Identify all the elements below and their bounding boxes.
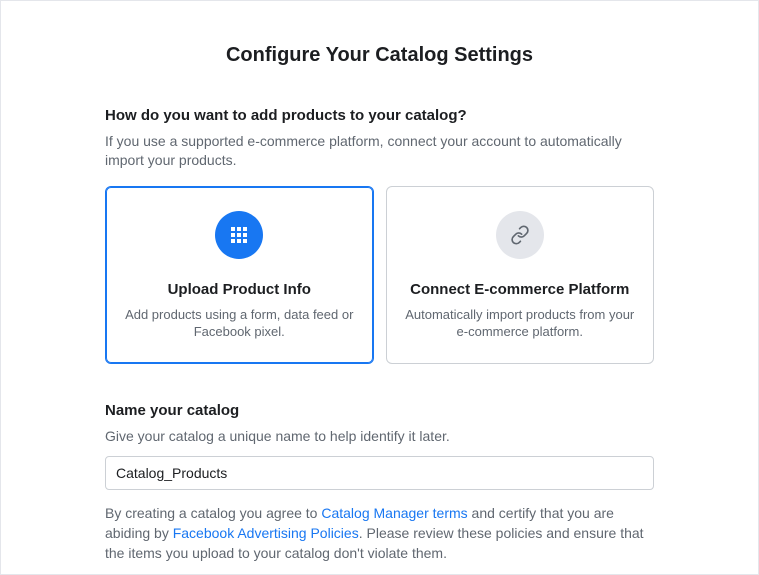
page-title: Configure Your Catalog Settings bbox=[105, 41, 654, 69]
method-subtext: If you use a supported e-commerce platfo… bbox=[105, 132, 654, 170]
name-catalog-section: Name your catalog Give your catalog a un… bbox=[105, 400, 654, 491]
method-heading: How do you want to add products to your … bbox=[105, 105, 654, 126]
name-label: Name your catalog bbox=[105, 400, 654, 421]
card-title: Connect E-commerce Platform bbox=[405, 279, 636, 300]
card-title: Upload Product Info bbox=[124, 279, 355, 300]
terms-intro: By creating a catalog you agree to bbox=[105, 505, 321, 521]
card-desc: Automatically import products from your … bbox=[405, 306, 636, 341]
card-connect-ecommerce[interactable]: Connect E-commerce Platform Automaticall… bbox=[386, 186, 655, 364]
catalog-name-input[interactable] bbox=[105, 456, 654, 490]
terms-text: By creating a catalog you agree to Catal… bbox=[105, 504, 654, 563]
catalog-manager-terms-link[interactable]: Catalog Manager terms bbox=[321, 505, 467, 521]
name-help: Give your catalog a unique name to help … bbox=[105, 427, 654, 447]
card-desc: Add products using a form, data feed or … bbox=[124, 306, 355, 341]
catalog-settings-page: Configure Your Catalog Settings How do y… bbox=[0, 0, 759, 575]
link-icon bbox=[496, 211, 544, 259]
add-method-section: How do you want to add products to your … bbox=[105, 105, 654, 364]
method-cards: Upload Product Info Add products using a… bbox=[105, 186, 654, 364]
card-upload-product-info[interactable]: Upload Product Info Add products using a… bbox=[105, 186, 374, 364]
grid-icon bbox=[215, 211, 263, 259]
facebook-advertising-policies-link[interactable]: Facebook Advertising Policies bbox=[173, 525, 359, 541]
